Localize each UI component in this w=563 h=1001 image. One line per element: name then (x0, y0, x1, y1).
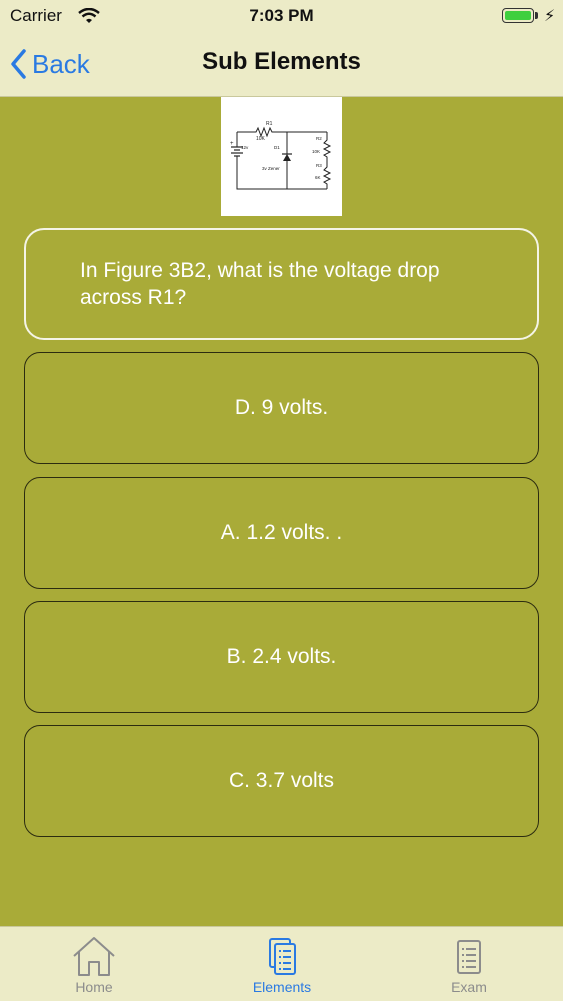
svg-text:+: + (230, 141, 234, 147)
tab-elements-label: Elements (252, 979, 312, 995)
answer-label: A. 1.2 volts. . (220, 521, 343, 544)
answer-option-b[interactable]: B. 2.4 volts. (24, 601, 539, 713)
label-r1-value: 10K (256, 136, 266, 142)
tab-exam-label: Exam (451, 979, 487, 995)
page-title: Sub Elements (202, 48, 361, 75)
label-r1: R1 (266, 121, 273, 127)
label-zener: 3v Zener (262, 166, 280, 171)
question-text: In Figure 3B2, what is the voltage drop … (80, 259, 440, 309)
answer-label: D. 9 volts. (234, 396, 329, 419)
question-card: In Figure 3B2, what is the voltage drop … (24, 228, 539, 340)
label-battery: 12v (241, 145, 249, 150)
tab-elements[interactable]: Elements (188, 927, 376, 1001)
tab-home-label: Home (75, 979, 113, 995)
status-time: 7:03 PM (249, 6, 314, 25)
label-r3-value: 6K (315, 175, 321, 180)
battery-tip (535, 12, 538, 19)
tab-bar: Home Elements Exam (0, 926, 563, 1001)
answer-option-c[interactable]: C. 3.7 volts (24, 725, 539, 837)
charging-bolt-icon: ⚡︎ (544, 8, 556, 25)
answer-option-a[interactable]: A. 1.2 volts. . (24, 477, 539, 589)
label-d1: D1 (274, 145, 280, 150)
label-r3: R3 (316, 163, 322, 168)
elements-icon (269, 938, 296, 975)
answer-label: B. 2.4 volts. (226, 645, 337, 668)
answer-label: C. 3.7 volts (228, 769, 335, 792)
tab-exam[interactable]: Exam (375, 927, 563, 1001)
label-r2: R2 (316, 136, 322, 141)
exam-icon (457, 940, 481, 974)
tab-home[interactable]: Home (0, 927, 188, 1001)
home-icon (73, 937, 115, 976)
status-bar: Carrier 7:03 PM ⚡︎ (0, 0, 563, 32)
answer-option-d[interactable]: D. 9 volts. (24, 352, 539, 464)
navigation-bar: Back Sub Elements (0, 32, 563, 97)
battery-icon (502, 8, 534, 23)
circuit-diagram: + R1 10K 12v D1 3v Zener R2 10K R3 6K (230, 121, 332, 190)
circuit-figure: + R1 10K 12v D1 3v Zener R2 10K R3 6K (221, 97, 342, 216)
label-r2-value: 10K (312, 149, 320, 154)
